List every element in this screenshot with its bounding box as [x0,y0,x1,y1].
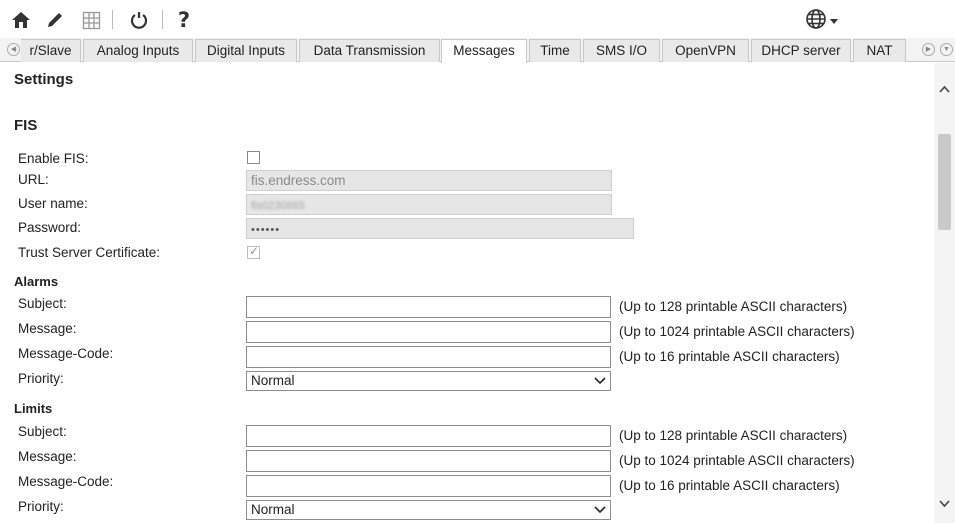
alarms-priority-value: Normal [251,373,295,388]
tab-scroll-right-icon[interactable]: ▶ [922,43,935,56]
fis-heading: FIS [14,117,38,134]
chevron-down-icon [594,377,606,385]
chevron-up-icon[interactable] [938,83,951,96]
trust-certificate-checkbox[interactable]: ✓ [247,244,260,259]
alarms-subject-label: Subject: [18,296,67,311]
checkmark-icon: ✓ [249,244,260,258]
limits-subject-hint: (Up to 128 printable ASCII characters) [619,428,848,443]
page-title: Settings [14,71,74,88]
limits-subject-label: Subject: [18,424,67,439]
chevron-down-icon [594,506,606,514]
username-label: User name: [18,196,88,211]
globe-icon [805,8,827,33]
tab-scroll-left-icon[interactable]: ◀ [7,43,20,56]
limits-priority-value: Normal [251,502,295,517]
tab-bar: ◀ r/Slave Analog Inputs Digital Inputs D… [0,38,955,63]
vertical-scrollbar[interactable] [934,63,955,523]
settings-panel: Settings FIS Enable FIS: URL: fis.endres… [0,63,934,523]
limits-priority-label: Priority: [18,499,64,514]
toolbar: ? [0,0,955,38]
limits-subject-input[interactable] [246,425,611,447]
tab-sms-io[interactable]: SMS I/O [583,39,660,62]
grid-icon[interactable] [80,9,102,31]
limits-message-input[interactable] [246,450,611,472]
tab-time[interactable]: Time [529,39,581,62]
limits-heading: Limits [14,401,53,416]
enable-fis-checkbox[interactable] [247,151,260,164]
password-field[interactable]: •••••• [246,218,634,239]
enable-fis-label: Enable FIS: [18,151,89,166]
tab-master-slave[interactable]: r/Slave [21,39,81,62]
alarms-message-hint: (Up to 1024 printable ASCII characters) [619,324,855,339]
toolbar-separator [112,10,113,29]
tab-menu-icon[interactable]: ▼ [940,43,953,56]
limits-code-label: Message-Code: [18,474,114,489]
alarms-subject-hint: (Up to 128 printable ASCII characters) [619,299,848,314]
alarms-message-label: Message: [18,321,77,336]
limits-code-input[interactable] [246,475,611,497]
tab-messages[interactable]: Messages [441,39,527,63]
scrollbar-thumb[interactable] [938,134,951,230]
tab-nat[interactable]: NAT [853,39,906,62]
username-field[interactable]: fis0230665 [246,194,612,215]
url-value: fis.endress.com [251,173,346,188]
alarms-code-input[interactable] [246,346,611,368]
password-value: •••••• [251,224,281,236]
username-value: fis0230665 [251,200,305,212]
chevron-down-icon [829,13,838,28]
limits-code-hint: (Up to 16 printable ASCII characters) [619,478,840,493]
tab-dhcp-server[interactable]: DHCP server [751,39,851,62]
pencil-icon[interactable] [44,9,66,31]
alarms-message-input[interactable] [246,321,611,343]
trust-certificate-label: Trust Server Certificate: [18,245,161,260]
alarms-priority-label: Priority: [18,371,64,386]
limits-priority-select[interactable]: Normal [246,500,611,520]
help-icon[interactable]: ? [176,9,192,31]
alarms-subject-input[interactable] [246,296,611,318]
language-menu[interactable] [802,8,840,33]
limits-message-hint: (Up to 1024 printable ASCII characters) [619,453,855,468]
chevron-down-icon[interactable] [938,497,951,510]
home-icon[interactable] [10,9,32,31]
tab-analog-inputs[interactable]: Analog Inputs [83,39,193,62]
alarms-priority-select[interactable]: Normal [246,371,611,391]
limits-message-label: Message: [18,449,77,464]
tab-data-transmission[interactable]: Data Transmission [299,39,440,62]
alarms-code-label: Message-Code: [18,346,114,361]
tab-openvpn[interactable]: OpenVPN [662,39,749,62]
refresh-icon[interactable] [128,9,150,31]
toolbar-separator [162,10,163,29]
tab-digital-inputs[interactable]: Digital Inputs [195,39,297,62]
url-label: URL: [18,172,49,187]
password-label: Password: [18,220,82,235]
alarms-code-hint: (Up to 16 printable ASCII characters) [619,349,840,364]
alarms-heading: Alarms [14,274,59,289]
url-field[interactable]: fis.endress.com [246,170,612,191]
